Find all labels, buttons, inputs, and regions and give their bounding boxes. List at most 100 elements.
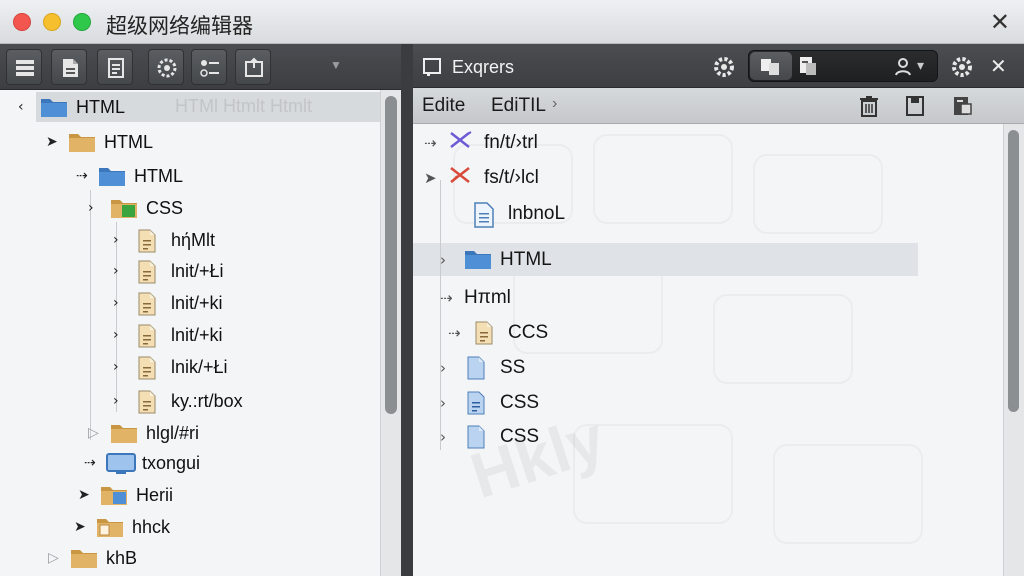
tree-item[interactable]: ➤ fs/t/›lcl — [424, 163, 539, 193]
chevron-right-icon[interactable]: ▷ — [88, 425, 102, 441]
toolbar-dropdown-icon[interactable]: ▼ — [330, 58, 342, 72]
chevron-right-icon[interactable]: › — [440, 251, 456, 269]
right-scrollbar-thumb[interactable] — [1008, 130, 1019, 412]
file-icon — [135, 259, 163, 284]
chevron-right-icon[interactable]: › — [440, 394, 456, 412]
tree-item[interactable]: › lnit/+Łi — [113, 256, 224, 286]
minimize-window-button[interactable] — [43, 13, 61, 31]
tree-item[interactable]: ‹ HTML — [18, 92, 125, 122]
tree-item[interactable]: ⇢ fn/t/›trl — [424, 128, 538, 158]
folder-icon — [70, 546, 98, 570]
tree-item-label: HTML — [76, 96, 125, 117]
disclosure-arrow-icon[interactable]: ➤ — [78, 487, 92, 503]
tree-item[interactable]: ▷ hlgl/#ri — [88, 418, 199, 448]
disclosure-arrow-icon[interactable]: ⇢ — [84, 455, 98, 471]
tree-item[interactable]: › lnit/+ki — [113, 288, 223, 318]
disclosure-arrow-icon[interactable]: ⇢ — [424, 134, 440, 152]
file-icon — [135, 389, 163, 414]
zoom-window-button[interactable] — [73, 13, 91, 31]
tree-item[interactable]: ➤ hhck — [74, 512, 170, 542]
disclosure-arrow-icon[interactable]: ➤ — [74, 519, 88, 535]
disclosure-arrow-icon[interactable]: ⇢ — [440, 289, 456, 307]
pane-divider[interactable] — [401, 44, 413, 576]
toggle-list-icon — [200, 60, 219, 77]
new-document-button[interactable] — [51, 49, 87, 85]
chevron-right-icon[interactable]: › — [113, 393, 127, 409]
tree-item[interactable]: › CSS — [440, 388, 539, 418]
cross-icon — [448, 165, 476, 191]
list-view-button[interactable] — [6, 49, 42, 85]
chevron-right-icon[interactable]: › — [113, 295, 127, 311]
disclosure-arrow-icon[interactable]: ⇢ — [448, 324, 464, 342]
tree-item[interactable]: ⇢ Hπml — [440, 283, 511, 313]
user-icon[interactable] — [893, 56, 915, 78]
disclosure-arrow-icon[interactable]: ➤ — [46, 134, 60, 150]
settings-button[interactable] — [148, 49, 184, 85]
tree-item-label: txongui — [142, 452, 201, 473]
tree-item[interactable]: › lnik/+Łi — [113, 352, 228, 382]
tree-item[interactable]: › HTML — [440, 245, 552, 275]
tree-item[interactable]: › hήMlt — [113, 225, 215, 255]
folder-icon — [40, 95, 68, 119]
tree-item[interactable]: ⇢ CCS — [448, 318, 548, 348]
close-window-button[interactable] — [13, 13, 31, 31]
tree-item[interactable]: lnbnoL — [448, 199, 565, 229]
tree-item-label: lnit/+ki — [171, 324, 223, 345]
edit-tab[interactable]: Edite — [422, 95, 465, 117]
page-button[interactable] — [97, 49, 133, 85]
tree-item[interactable]: ➤ HTML — [46, 127, 153, 157]
tree-item-label: SS — [500, 357, 526, 378]
chevron-right-icon[interactable]: › — [88, 200, 102, 216]
chevron-right-icon[interactable]: ▷ — [48, 550, 62, 566]
export-file-icon[interactable] — [951, 94, 973, 118]
tree-item[interactable]: ▷ khB — [48, 543, 137, 573]
close-icon[interactable]: ✕ — [990, 54, 1007, 78]
edit-html-tab[interactable]: EdiTIL — [491, 95, 546, 117]
tree-item[interactable]: ⇢ HTML — [76, 161, 183, 191]
users-icon — [761, 59, 779, 75]
trash-icon[interactable] — [858, 94, 880, 118]
tree-item-label: HTML — [104, 131, 153, 152]
tree-item[interactable]: ⇢ txongui — [84, 448, 200, 478]
disclosure-arrow-icon[interactable]: ⇢ — [76, 168, 90, 184]
chevron-right-icon[interactable]: › — [440, 428, 456, 446]
export-button[interactable] — [235, 49, 271, 85]
tree-item[interactable]: › CSS — [88, 193, 183, 223]
disclosure-arrow-icon[interactable]: ➤ — [424, 169, 440, 187]
tree-item-label: ky.:rt/box — [171, 390, 243, 411]
tree-item[interactable]: › lnit/+ki — [113, 320, 223, 350]
tree-item-label: khB — [106, 547, 138, 568]
tree-guide-line — [90, 190, 91, 440]
close-icon[interactable]: ✕ — [990, 8, 1010, 36]
more-tabs-icon[interactable]: › — [552, 95, 557, 113]
toggle-list-button[interactable] — [191, 49, 227, 85]
files-icon[interactable] — [797, 55, 821, 77]
chevron-left-icon[interactable]: ‹ — [18, 99, 32, 115]
list-icon — [16, 60, 34, 76]
save-icon[interactable] — [904, 94, 926, 118]
file-icon — [472, 320, 500, 346]
tree-item-label: hhck — [132, 516, 171, 537]
folder-icon — [110, 196, 138, 220]
chevron-right-icon[interactable]: › — [440, 359, 456, 377]
gear-icon[interactable] — [950, 55, 974, 79]
tree-item-label: HTML — [134, 165, 183, 186]
tree-item[interactable]: › CSS — [440, 422, 539, 452]
tree-item[interactable]: › ky.:rt/box — [113, 386, 243, 416]
user-dropdown-icon[interactable]: ▾ — [917, 58, 924, 74]
left-scrollbar-thumb[interactable] — [385, 96, 397, 414]
chevron-right-icon[interactable]: › — [113, 263, 127, 279]
tree-item-label: CCS — [508, 322, 549, 343]
folder-icon — [96, 515, 124, 539]
tree-item-label: lnit/+ki — [171, 292, 223, 313]
chevron-right-icon[interactable]: › — [113, 232, 127, 248]
folder-icon — [464, 247, 492, 273]
chevron-right-icon[interactable]: › — [113, 327, 127, 343]
tree-item-label: HTML — [500, 249, 552, 270]
tree-item[interactable]: › SS — [440, 353, 525, 383]
file-icon — [135, 228, 163, 253]
tree-item-label: hlgl/#ri — [146, 422, 200, 443]
chevron-right-icon[interactable]: › — [113, 359, 127, 375]
tree-item[interactable]: ➤ Herii — [78, 480, 173, 510]
gear-icon[interactable] — [712, 55, 736, 79]
